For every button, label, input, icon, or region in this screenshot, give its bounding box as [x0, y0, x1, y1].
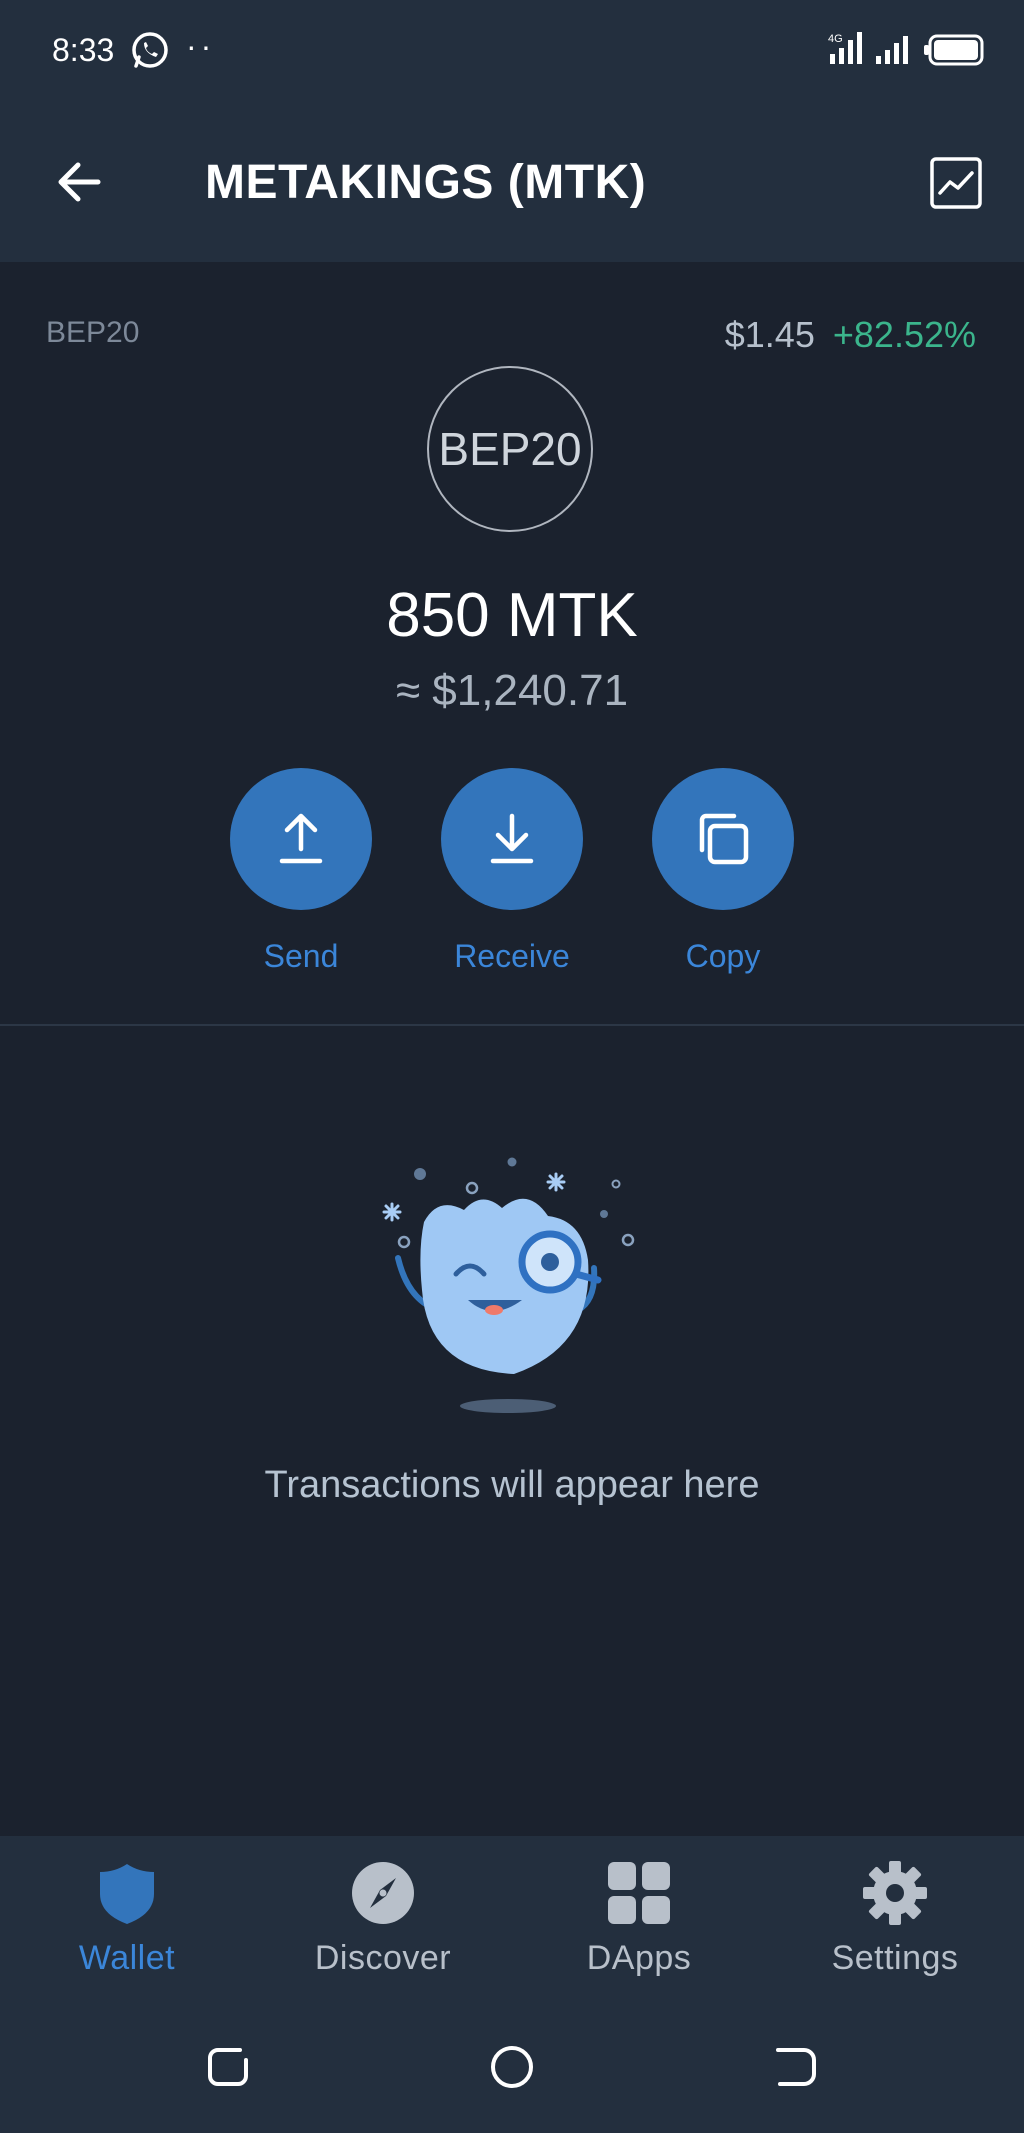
nav-label-settings: Settings — [831, 1939, 959, 1977]
nav-item-dapps[interactable]: DApps — [529, 1858, 749, 1978]
nav-item-wallet[interactable]: Wallet — [17, 1858, 237, 1978]
signal-icon-2 — [876, 36, 908, 64]
svg-text:4G: 4G — [828, 33, 843, 45]
send-label: Send — [263, 938, 339, 974]
bottom-navigation: Wallet Discover DApps Settings — [0, 1836, 1024, 2004]
system-navigation-bar — [0, 2004, 1024, 2133]
compass-icon — [352, 1862, 414, 1924]
status-bar: 8:33 ·· 4G — [0, 0, 1024, 105]
token-balance: 850 MTK — [386, 581, 638, 650]
nav-item-settings[interactable]: Settings — [785, 1858, 1005, 1978]
token-summary: BEP20 $1.45 +82.52% BEP20 850 MTK ≈ $1,2… — [0, 262, 1024, 1025]
nav-item-discover[interactable]: Discover — [273, 1858, 493, 1978]
receive-label: Receive — [454, 938, 570, 974]
copy-label: Copy — [685, 938, 761, 974]
gear-icon — [863, 1861, 927, 1925]
app-bar: METAKINGS (MTK) — [0, 105, 1024, 262]
copy-button[interactable]: Copy — [652, 768, 794, 975]
copy-icon — [699, 813, 749, 865]
price-chart-icon[interactable] — [928, 155, 984, 211]
home-icon[interactable] — [487, 2042, 537, 2092]
receive-button[interactable]: Receive — [441, 768, 583, 975]
whatsapp-icon — [132, 32, 168, 68]
page-title: METAKINGS (MTK) — [205, 156, 647, 209]
network-label: BEP20 — [46, 316, 140, 349]
battery-icon — [924, 34, 984, 66]
download-icon — [490, 813, 534, 864]
token-price: $1.45 — [724, 314, 815, 355]
notification-dots: ·· — [186, 28, 216, 64]
receive-circle[interactable] — [441, 768, 583, 910]
back-arrow-icon[interactable] — [50, 153, 108, 211]
token-logo: BEP20 — [427, 366, 593, 532]
divider — [0, 1024, 1024, 1026]
nav-label-dapps: DApps — [586, 1939, 692, 1977]
price-row: $1.45 +82.52% — [725, 314, 976, 356]
recent-apps-icon[interactable] — [204, 2042, 254, 2092]
empty-state-mascot-icon — [382, 1157, 635, 1413]
nav-label-wallet: Wallet — [78, 1939, 176, 1977]
signal-icon: 4G — [828, 32, 862, 64]
token-logo-text: BEP20 — [438, 423, 582, 475]
empty-state-message: Transactions will appear here — [264, 1464, 760, 1506]
copy-circle[interactable] — [652, 768, 794, 910]
nav-label-discover: Discover — [314, 1939, 452, 1977]
send-button[interactable]: Send — [230, 768, 372, 975]
send-circle[interactable] — [230, 768, 372, 910]
price-change: +82.52% — [832, 314, 976, 355]
grid-icon — [608, 1862, 670, 1924]
fiat-balance: ≈ $1,240.71 — [395, 666, 629, 715]
status-time: 8:33 — [52, 32, 115, 68]
upload-icon — [279, 813, 323, 864]
shield-icon — [100, 1864, 154, 1924]
back-nav-icon[interactable] — [770, 2042, 820, 2092]
